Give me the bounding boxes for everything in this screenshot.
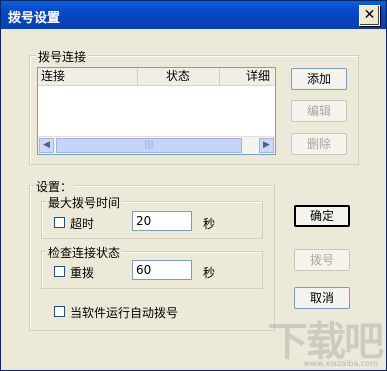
redial-unit: 秒	[203, 266, 216, 280]
timeout-unit: 秒	[203, 217, 216, 231]
close-icon[interactable]: ✕	[359, 5, 380, 26]
check-connection-label: 检查连接状态	[46, 244, 123, 261]
edit-button[interactable]: 编辑	[291, 100, 347, 122]
column-connection[interactable]: 连接	[38, 68, 138, 85]
watermark-url: www.xiazaiba.com	[303, 359, 378, 368]
delete-button[interactable]: 删除	[291, 133, 347, 155]
window-title: 拨号设置	[8, 11, 61, 26]
timeout-label: 超时	[70, 217, 95, 231]
scroll-left-icon[interactable]: ◀	[39, 138, 54, 153]
dial-settings-dialog: 拨号设置 ✕ 拨号连接 连接 状态 详细 ◀ ||| ▶ 添加 编辑 删除 设置…	[0, 0, 387, 371]
settings-label: 设置：	[34, 178, 75, 195]
connections-list[interactable]: 连接 状态 详细 ◀ ||| ▶	[37, 67, 276, 155]
redial-label: 重拨	[70, 266, 95, 280]
title-bar: 拨号设置 ✕	[1, 1, 386, 29]
timeout-checkbox[interactable]	[54, 217, 65, 228]
list-header: 连接 状态 详细	[38, 68, 275, 86]
auto-dial-checkbox[interactable]	[54, 306, 65, 317]
column-detail[interactable]: 详细	[220, 68, 275, 85]
dial-button[interactable]: 拨号	[294, 249, 350, 271]
auto-dial-label: 当软件运行自动拨号	[70, 306, 179, 320]
redial-input[interactable]: 60	[132, 260, 192, 280]
scroll-right-icon[interactable]: ▶	[259, 138, 274, 153]
scroll-thumb[interactable]: |||	[56, 138, 242, 153]
timeout-input[interactable]: 20	[132, 211, 192, 231]
max-dial-time-label: 最大拨号时间	[46, 194, 123, 211]
ok-button[interactable]: 确定	[294, 205, 350, 227]
column-status[interactable]: 状态	[138, 68, 220, 85]
cancel-button[interactable]: 取消	[294, 287, 350, 309]
redial-checkbox[interactable]	[54, 266, 65, 277]
add-button[interactable]: 添加	[291, 68, 347, 90]
horizontal-scrollbar[interactable]: ◀ ||| ▶	[38, 136, 275, 154]
dial-connections-label: 拨号连接	[36, 48, 89, 65]
